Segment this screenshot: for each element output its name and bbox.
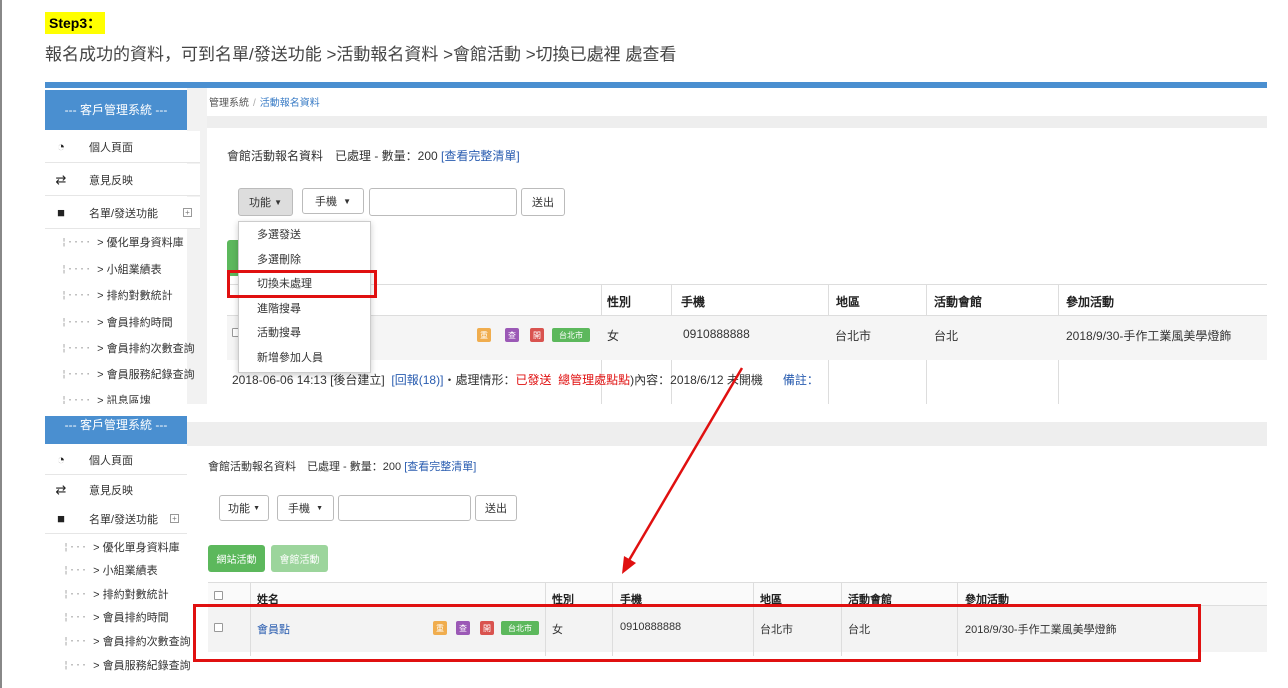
submit-button[interactable]: 送出 — [475, 495, 517, 521]
content-gap — [187, 422, 1267, 446]
sidebar-sub-item[interactable]: ¦···· > 訊息區塊 — [61, 392, 151, 405]
sidebar-sub-item[interactable]: ¦··· > 會員服務紀錄查詢 — [63, 657, 191, 673]
folder-icon: ■ — [57, 205, 65, 220]
col-branch: 活動會館 — [934, 295, 983, 309]
sidebar-item-list-send[interactable]: ■ 名單/發送功能 — [45, 197, 200, 229]
sidebar-sub-item[interactable]: ¦···· > 會員服務紀錄查詢 — [61, 366, 195, 382]
menu-item-event-search[interactable]: 活動搜尋 — [239, 320, 370, 345]
sidebar-item-profile[interactable]: ◔ 個人頁面 — [45, 445, 187, 475]
col-event: 參加活動 — [1066, 295, 1115, 309]
sidebar-sub-item[interactable]: ¦··· > 優化單身資料庫 — [63, 539, 180, 555]
sidebar-sub-item[interactable]: ¦···· > 會員排約時間 — [61, 314, 173, 330]
step-label: Step3： — [45, 12, 106, 34]
sidebar-sub-item[interactable]: ¦···· > 會員排約次數查詢 — [61, 340, 195, 356]
caret-down-icon: ▼ — [253, 504, 260, 512]
reply-link[interactable]: [回報(18)] — [391, 373, 443, 387]
sidebar-title: --- 客戶管理系統 --- — [45, 416, 187, 444]
swap-icon: ⇄ — [55, 171, 67, 187]
caret-down-icon: ▼ — [274, 197, 282, 207]
dashboard-icon: ◔ — [57, 452, 65, 467]
table-rule — [227, 284, 1267, 285]
menu-item-multi-delete[interactable]: 多選刪除 — [239, 247, 370, 272]
content-gap — [207, 116, 1267, 128]
tag-location: 台北市 — [552, 328, 590, 342]
caret-down-icon: ▼ — [316, 504, 324, 512]
search-input[interactable] — [338, 495, 471, 521]
sidebar-sub-item[interactable]: ¦··· > 排約對數統計 — [63, 586, 169, 602]
full-list-link[interactable]: [查看完整清單] — [441, 149, 520, 163]
sidebar-sub-item[interactable]: ¦···· > 優化單身資料庫 — [61, 234, 184, 250]
expand-icon[interactable]: + — [170, 514, 179, 523]
tag-heavy: 重 — [477, 328, 491, 342]
sidebar-item-list-send[interactable]: ■ 名單/發送功能 — [45, 504, 187, 534]
breadcrumb-current[interactable]: 活動報名資料 — [260, 98, 320, 109]
menu-item-advanced-search[interactable]: 進階搜尋 — [239, 296, 370, 321]
branch-events-button[interactable]: 會館活動 — [271, 545, 328, 572]
search-type-select[interactable]: 手機 ▼ — [302, 188, 364, 214]
submit-button[interactable]: 送出 — [521, 188, 565, 216]
col-gender: 性別 — [607, 295, 632, 309]
top-bar — [45, 82, 1267, 88]
function-dropdown-button[interactable]: 功能 ▼ — [219, 495, 269, 521]
menu-item-add-participant[interactable]: 新增參加人員 — [239, 345, 370, 370]
panel-title: 會館活動報名資料 已處理 - 數量：200 [查看完整清單] — [227, 149, 520, 163]
sidebar-title: --- 客戶管理系統 --- — [45, 90, 187, 130]
bottom-screenshot: --- 客戶管理系統 --- ◔ 個人頁面 ⇄ 意見反映 ■ 名單/發送功能 +… — [45, 408, 1267, 688]
col-phone: 手機 — [681, 295, 706, 309]
sidebar-item-feedback[interactable]: ⇄ 意見反映 — [45, 164, 200, 196]
sidebar-sub-item[interactable]: ¦··· > 會員排約時間 — [63, 609, 169, 625]
top-screenshot: --- 客戶管理系統 --- ◔ 個人頁面 ⇄ 意見反映 ■ 名單/發送功能 +… — [45, 82, 1267, 404]
panel-title: 會館活動報名資料 已處理 - 數量：200 [查看完整清單] — [208, 461, 477, 473]
sidebar-sub-item[interactable]: ¦···· > 小組業績表 — [61, 261, 162, 277]
sidebar-sub-item[interactable]: ¦···· > 排約對數統計 — [61, 287, 173, 303]
full-list-link[interactable]: [查看完整清單] — [404, 461, 476, 473]
highlight-row-box — [193, 604, 1201, 662]
step-description: 報名成功的資料，可到名單/發送功能 >活動報名資料 >會館活動 >切換已處裡 處… — [45, 45, 677, 64]
sidebar-item-profile[interactable]: ◔ 個人頁面 — [45, 131, 200, 163]
search-input[interactable] — [369, 188, 517, 216]
row-detail: 2018-06-06 14:13 [後台建立] [回報(18)]・處理情形：已發… — [232, 373, 819, 387]
tag-open: 開 — [530, 328, 544, 342]
cell-branch: 台北 — [934, 329, 959, 343]
tag-check: 查 — [505, 328, 519, 342]
search-type-select[interactable]: 手機 ▼ — [277, 495, 334, 521]
folder-icon: ■ — [57, 511, 65, 526]
sidebar-sub-item[interactable]: ¦··· > 小組業績表 — [63, 562, 158, 578]
menu-item-multi-send[interactable]: 多選發送 — [239, 222, 370, 247]
cell-region: 台北市 — [835, 329, 872, 343]
select-all-checkbox[interactable] — [214, 591, 223, 600]
website-events-button[interactable]: 網站活動 — [208, 545, 265, 572]
table-header — [208, 582, 1267, 606]
expand-icon[interactable]: + — [183, 208, 192, 217]
col-region: 地區 — [836, 295, 861, 309]
breadcrumb: 管理系統 / 活動報名資料 — [209, 98, 320, 109]
sidebar-sub-item[interactable]: ¦··· > 會員排約次數查詢 — [63, 633, 191, 649]
cell-event: 2018/9/30-手作工業風美學燈飾 — [1066, 329, 1232, 343]
caret-down-icon: ▼ — [343, 196, 352, 206]
cell-gender: 女 — [607, 329, 620, 343]
highlight-switch-box — [227, 270, 377, 298]
breadcrumb-root[interactable]: 管理系統 — [209, 98, 249, 109]
sidebar-item-feedback[interactable]: ⇄ 意見反映 — [45, 475, 187, 505]
function-dropdown-button[interactable]: 功能 ▼ — [238, 188, 293, 216]
cell-phone: 0910888888 — [683, 327, 750, 341]
page-left-border — [0, 0, 2, 688]
dashboard-icon: ◔ — [57, 139, 65, 154]
swap-icon: ⇄ — [55, 481, 67, 497]
